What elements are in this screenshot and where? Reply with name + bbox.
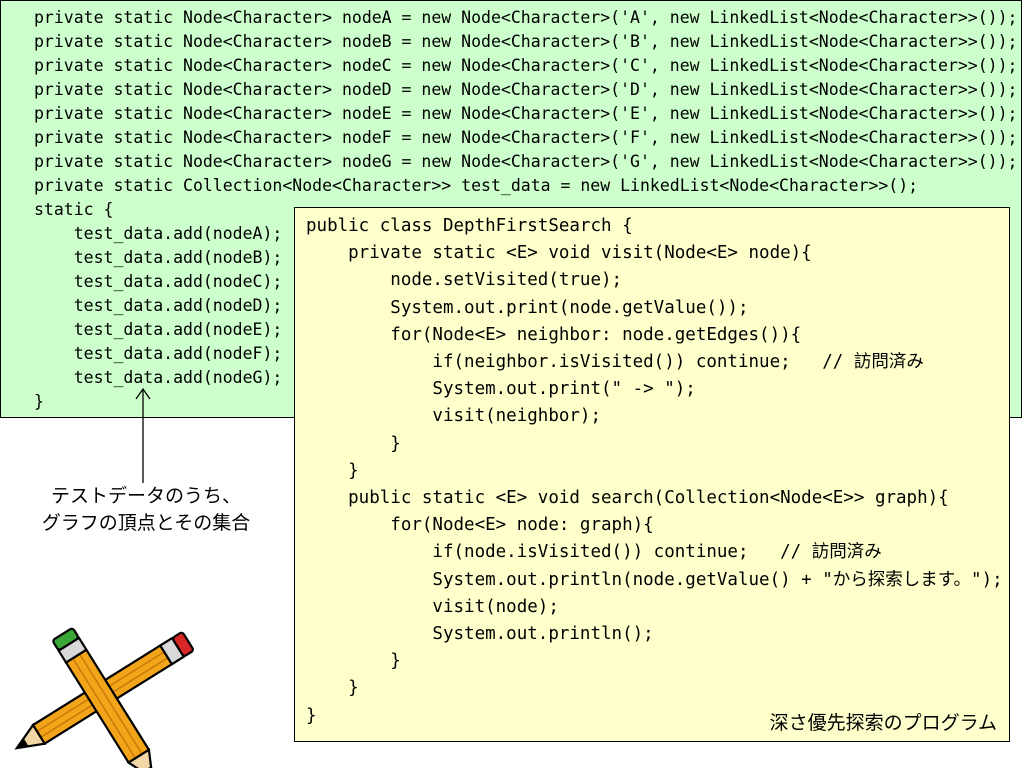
code-line: test_data.add(nodeB); xyxy=(34,248,283,267)
code-line: private static Node<Character> nodeB = n… xyxy=(34,32,1018,51)
up-arrow-icon xyxy=(135,387,151,483)
slide: private static Node<Character> nodeA = n… xyxy=(0,0,1024,768)
code-line: test_data.add(nodeC); xyxy=(34,272,283,291)
dfs-program-caption: 深さ優先探索のプログラム xyxy=(769,712,997,734)
code-line: System.out.println(node.getValue() + "から… xyxy=(306,569,1003,590)
code-line: private static Collection<Node<Character… xyxy=(34,176,919,195)
code-line: } xyxy=(34,392,44,411)
code-line: public static <E> void search(Collection… xyxy=(306,488,949,509)
code-line: } xyxy=(306,651,401,672)
code-line: public class DepthFirstSearch { xyxy=(306,216,633,236)
code-line: private static Node<Character> nodeD = n… xyxy=(34,80,1018,99)
code-line: test_data.add(nodeF); xyxy=(34,344,283,363)
code-line: test_data.add(nodeE); xyxy=(34,320,283,339)
code-line: test_data.add(nodeD); xyxy=(34,296,283,315)
code-line: System.out.println(); xyxy=(306,624,654,645)
test-data-note: テストデータのうち、 グラフの頂点とその集合 xyxy=(4,483,288,537)
code-line: visit(neighbor); xyxy=(306,406,602,427)
crossed-pencils-clipart-icon xyxy=(14,627,194,768)
dfs-program-code: public class DepthFirstSearch { private … xyxy=(306,213,1003,730)
code-line: } xyxy=(306,433,401,454)
code-line: for(Node<E> node: graph){ xyxy=(306,515,654,536)
code-line: static { xyxy=(34,200,114,219)
code-line: test_data.add(nodeG); xyxy=(34,368,283,387)
code-line: private static Node<Character> nodeE = n… xyxy=(34,104,1018,123)
test-data-note-line-2: グラフの頂点とその集合 xyxy=(41,512,251,534)
code-line: private static Node<Character> nodeC = n… xyxy=(34,56,1018,75)
code-line: for(Node<E> neighbor: node.getEdges()){ xyxy=(306,324,802,345)
code-line: } xyxy=(306,678,359,699)
code-line: } xyxy=(306,705,317,726)
code-line: System.out.print(node.getValue()); xyxy=(306,297,749,318)
code-line: System.out.print(" -> "); xyxy=(306,379,696,400)
dfs-program-code-box: public class DepthFirstSearch { private … xyxy=(294,207,1010,742)
code-line: node.setVisited(true); xyxy=(306,270,623,291)
code-line: if(neighbor.isVisited()) continue; // 訪問… xyxy=(306,352,924,373)
code-line: if(node.isVisited()) continue; // 訪問済み xyxy=(306,542,882,563)
test-data-note-line-1: テストデータのうち、 xyxy=(50,485,241,507)
code-line: private static Node<Character> nodeF = n… xyxy=(34,128,1018,147)
code-line: private static <E> void visit(Node<E> no… xyxy=(306,243,812,264)
code-line: test_data.add(nodeA); xyxy=(34,224,283,243)
code-line: private static Node<Character> nodeG = n… xyxy=(34,152,1018,171)
code-line: visit(node); xyxy=(306,596,559,617)
code-line: } xyxy=(306,460,359,481)
code-line: private static Node<Character> nodeA = n… xyxy=(34,8,1018,27)
